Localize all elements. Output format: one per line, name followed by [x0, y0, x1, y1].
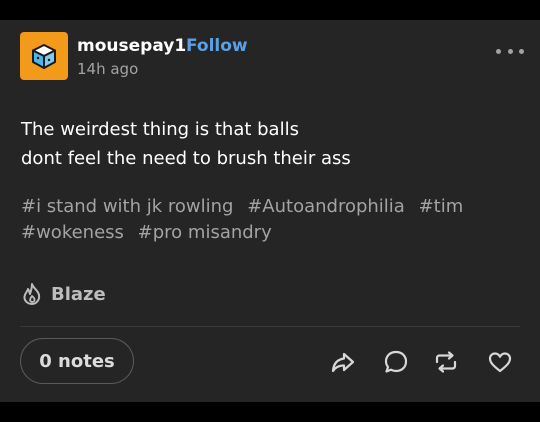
reblog-button[interactable]	[432, 348, 460, 376]
reblog-icon	[435, 351, 457, 373]
post-body-line: dont feel the need to brush their ass	[21, 148, 351, 169]
heart-icon	[488, 352, 512, 373]
username[interactable]: mousepay1	[77, 36, 186, 56]
flame-icon	[23, 283, 41, 305]
more-options-icon[interactable]	[496, 44, 524, 58]
like-button[interactable]	[486, 348, 514, 376]
tag-link[interactable]: #wokeness	[21, 222, 124, 243]
reply-icon	[384, 350, 408, 373]
tag-link[interactable]: #tim	[419, 196, 464, 217]
notes-button[interactable]: 0 notes	[20, 338, 134, 384]
cube-icon	[32, 44, 56, 69]
post-tags: #i stand with jk rowling #Autoandrophili…	[21, 194, 521, 246]
post-card: mousepay1 Follow 14h ago The weirdest th…	[0, 20, 540, 402]
divider	[20, 326, 520, 327]
blaze-button[interactable]: Blaze	[21, 280, 106, 308]
tag-link[interactable]: #Autoandrophilia	[247, 196, 405, 217]
share-icon	[331, 352, 355, 373]
tag-link[interactable]: #pro misandry	[138, 222, 272, 243]
tag-link[interactable]: #i stand with jk rowling	[21, 196, 233, 217]
follow-button[interactable]: Follow	[186, 36, 248, 56]
post-body-line: The weirdest thing is that balls	[21, 119, 299, 140]
blaze-label: Blaze	[51, 283, 106, 305]
avatar[interactable]	[20, 32, 68, 80]
share-button[interactable]	[329, 348, 357, 376]
notes-count: 0 notes	[39, 350, 115, 372]
post-timestamp: 14h ago	[77, 60, 139, 78]
reply-button[interactable]	[382, 348, 410, 376]
post-body: The weirdest thing is that balls dont fe…	[21, 115, 521, 173]
